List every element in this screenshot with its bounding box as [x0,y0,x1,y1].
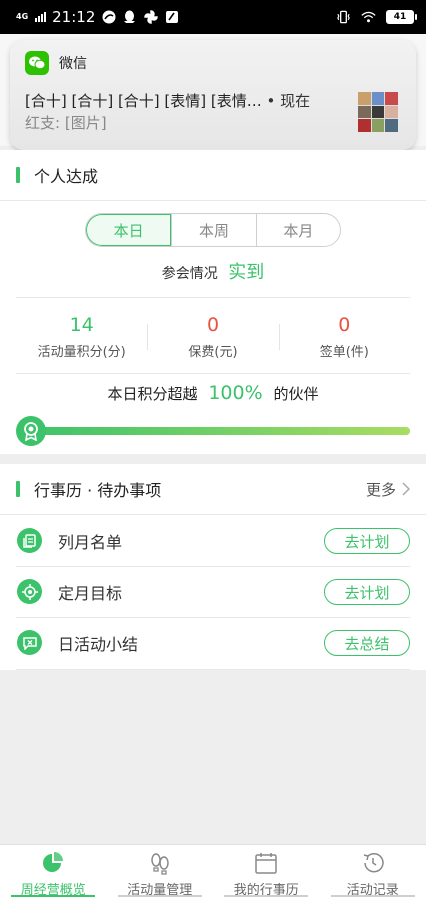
status-bar: 4G 21:12 41 [0,0,426,34]
section-accent-bar [16,481,20,497]
achievement-title: 个人达成 [34,167,99,186]
attendance-label: 参会情况 [161,266,218,282]
summary-icon [17,630,42,655]
nav-activity-records[interactable]: 活动记录 [320,845,426,899]
wechat-icon [25,51,49,75]
calendar-icon [255,853,277,874]
battery-indicator: 41 [386,10,417,24]
notification-sub: 红支: [图片] [25,112,107,133]
network-type: 4G [16,12,29,21]
stat-label: 活动量积分(分) [37,344,126,360]
vibrate-icon [336,10,351,25]
target-icon [17,579,42,604]
pinwheel-icon [143,10,158,25]
notification-message: [合十] [合十] [合十] [表情] [表情… • 现在 [25,90,355,111]
todo-label: 列月名单 [58,532,123,552]
footprints-icon [151,853,169,875]
edit-app-icon [164,10,179,25]
attendance-value: 实到 [228,262,265,283]
calendar-title: 行事历 · 待办事项 [34,481,162,500]
medal-icon [16,416,46,446]
nav-indicator [224,895,309,897]
plan-button[interactable]: 去计划 [324,579,410,605]
stat-activity-points: 14 活动量积分(分) [16,298,147,374]
tab-month[interactable]: 本月 [255,214,340,246]
clock: 21:12 [52,8,96,26]
stat-value: 0 [338,313,351,336]
more-label: 更多 [365,480,396,499]
qq-icon [122,10,137,25]
tab-week[interactable]: 本周 [171,214,255,246]
todo-label: 日活动小结 [58,634,139,654]
tab-day[interactable]: 本日 [86,214,172,246]
calendar-card: 行事历 · 待办事项 更多 列月名单 去计划 定月目标 去计划 日活动小结 去总… [0,464,426,670]
notification-time: • 现在 [266,92,311,110]
notification-app: 微信 [25,51,87,75]
todo-label: 定月目标 [58,583,123,603]
nav-indicator [117,895,202,897]
history-icon [363,852,384,873]
notification-app-name: 微信 [59,56,87,72]
nav-activity-management[interactable]: 活动量管理 [107,845,214,899]
beat-summary: 本日积分超越 100% 的伙伴 [0,382,426,404]
more-link[interactable]: 更多 [366,464,410,514]
stat-value: 0 [206,313,220,336]
nav-indicator [11,895,96,897]
signal-icon [35,12,47,22]
attendance: 参会情况 实到 [0,258,426,284]
notification-banner[interactable]: 微信 [合十] [合十] [合十] [表情] [表情… • 现在 红支: [图片… [10,40,416,150]
todo-monthly-goal: 定月目标 去计划 [0,566,426,617]
divider [16,373,410,374]
calendar-header: 行事历 · 待办事项 更多 [0,464,426,514]
plan-button[interactable]: 去计划 [324,528,410,554]
notification-text: [合十] [合十] [合十] [表情] [表情… [25,92,262,110]
divider [16,669,410,670]
stat-value: 14 [69,313,94,336]
achievement-header: 个人达成 [0,150,426,200]
stat-policies: 0 签单(件) [278,298,410,374]
beat-suffix: 的伙伴 [273,385,319,403]
section-accent-bar [16,167,20,183]
stats-row: 14 活动量积分(分) 0 保费(元) 0 签单(件) [16,298,410,374]
beat-progress-bar [16,416,410,446]
nav-indicator [330,895,415,897]
notification-sender: 红支: [25,114,61,132]
period-tabs: 本日 本周 本月 [85,213,341,247]
nav-my-calendar[interactable]: 我的行事历 [213,845,320,899]
list-icon [17,528,42,553]
progress-fill [24,427,410,435]
bottom-nav: 周经营概览 活动量管理 我的行事历 活动记录 [0,844,426,899]
progress-track [24,427,410,435]
beat-prefix: 本日积分超越 [107,385,198,403]
wifi-icon [361,10,376,25]
beat-percent: 100% [208,382,263,404]
achievement-card: 个人达成 本日 本周 本月 参会情况 实到 14 活动量积分(分) 0 保费(元… [0,150,426,454]
app-notify-icon [101,10,116,25]
stat-label: 签单(件) [319,344,369,360]
todo-list-names: 列月名单 去计划 [0,515,426,566]
stat-premium: 0 保费(元) [147,298,278,374]
todo-daily-summary: 日活动小结 去总结 [0,617,426,668]
chevron-right-icon [402,482,410,496]
divider [0,200,426,201]
pie-chart-icon [43,852,64,872]
group-avatar [358,92,398,132]
nav-weekly-overview[interactable]: 周经营概览 [0,845,107,899]
summary-button[interactable]: 去总结 [324,630,410,656]
stat-label: 保费(元) [188,344,238,360]
notification-sub-text: [图片] [64,114,107,132]
